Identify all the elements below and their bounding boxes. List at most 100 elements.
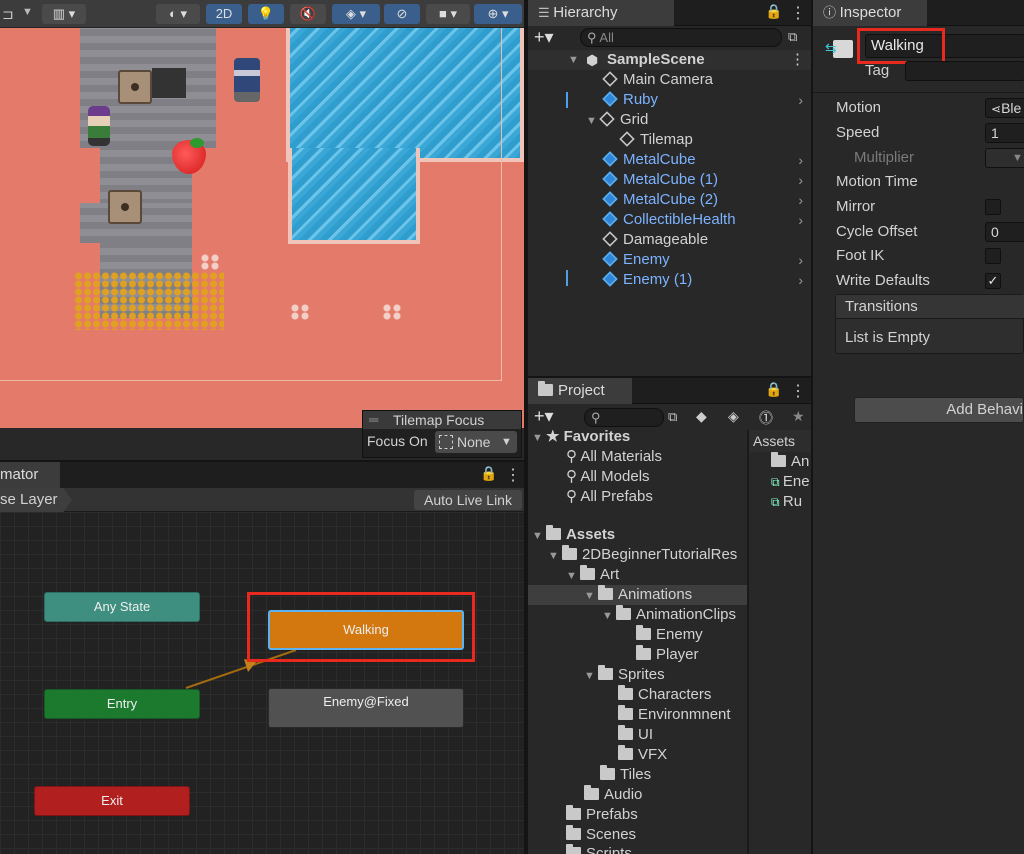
folder-item[interactable]: ▼ Sprites xyxy=(584,665,665,685)
more-menu-icon[interactable]: ⋮ xyxy=(505,465,521,485)
favorite-star-icon[interactable]: ★ xyxy=(792,408,805,425)
chevron-right-icon[interactable]: › xyxy=(798,250,803,270)
pop-out-icon[interactable]: ⧉ xyxy=(788,29,797,45)
assets-breadcrumb[interactable]: Assets xyxy=(749,430,811,452)
more-menu-icon[interactable]: ⋮ xyxy=(790,3,806,23)
folder-item[interactable]: ▼ 2DBeginnerTutorialRes xyxy=(548,545,737,565)
folder-item[interactable]: Scenes xyxy=(566,825,636,845)
camera-settings-button[interactable]: ■ ▾ xyxy=(426,4,470,24)
folder-item[interactable]: ▼ Art xyxy=(566,565,619,585)
layer-breadcrumb[interactable]: se Layer xyxy=(0,488,72,512)
favorite-item[interactable]: ⚲ All Materials xyxy=(566,447,662,467)
auto-live-link-button[interactable]: Auto Live Link xyxy=(414,490,522,510)
assets-header[interactable]: ▼ Assets xyxy=(532,525,615,545)
filter-by-type-icon[interactable]: ◆ xyxy=(696,408,707,425)
folder-item[interactable]: Prefabs xyxy=(566,805,638,825)
panel-splitter[interactable] xyxy=(524,0,528,854)
filter-by-label-icon[interactable]: ◈ xyxy=(728,408,739,425)
ruby-character-sprite[interactable] xyxy=(88,106,110,146)
speed-field[interactable]: 1 xyxy=(985,123,1024,143)
more-menu-icon[interactable]: ⋮ xyxy=(790,381,806,401)
multiplier-dropdown[interactable]: ▼ xyxy=(985,148,1024,168)
hierarchy-item-metalcube-2[interactable]: MetalCube (2) › xyxy=(602,190,811,210)
favorite-item[interactable]: ⚲ All Models xyxy=(566,467,650,487)
foot-ik-checkbox[interactable] xyxy=(985,248,1001,264)
hierarchy-item-metalcube[interactable]: MetalCube › xyxy=(602,150,811,170)
animator-graph[interactable]: Any State Walking Entry Enemy@Fixed Exit xyxy=(0,512,524,854)
hierarchy-item-collectiblehealth[interactable]: CollectibleHealth › xyxy=(602,210,811,230)
folder-item[interactable]: Tiles xyxy=(600,765,651,785)
effects-button[interactable]: ◈ ▾ xyxy=(332,4,380,24)
lighting-toggle-button[interactable]: 💡 xyxy=(248,4,284,24)
folder-item[interactable]: Enemy xyxy=(636,625,703,645)
gizmos-button[interactable]: ⊕ ▾ xyxy=(474,4,522,24)
scene-canvas[interactable] xyxy=(0,28,524,428)
enemy-fixed-state-node[interactable]: Enemy@Fixed xyxy=(268,688,464,728)
warning-icon[interactable]: ⓵ xyxy=(759,408,773,428)
tag-dropdown[interactable] xyxy=(905,61,1024,81)
enemy-robot-sprite[interactable] xyxy=(234,58,260,102)
scene-view[interactable]: ⊐ ▼ ▥ ▾ ◐ ▾ 2D 💡 🔇 ◈ ▾ ⊘ ■ ▾ ⊕ ▾ ⋮ ═ xyxy=(0,0,524,460)
folder-item[interactable]: Characters xyxy=(618,685,711,705)
chevron-right-icon[interactable]: › xyxy=(798,210,803,230)
focus-on-dropdown[interactable]: None ▼ xyxy=(435,431,517,453)
hierarchy-search-input[interactable]: ⚲ All xyxy=(580,28,782,47)
folder-item[interactable]: Scripts xyxy=(566,844,632,854)
any-state-node[interactable]: Any State xyxy=(44,592,200,622)
asset-item[interactable]: An xyxy=(771,452,809,472)
chevron-right-icon[interactable]: › xyxy=(798,170,803,190)
folder-item[interactable]: UI xyxy=(618,725,653,745)
metal-cube-sprite[interactable] xyxy=(118,70,152,104)
folder-item[interactable]: Audio xyxy=(584,785,642,805)
hierarchy-item-grid[interactable]: ▼ Grid xyxy=(586,110,648,130)
panel-splitter[interactable] xyxy=(528,376,811,378)
lock-icon[interactable]: 🔒 xyxy=(480,465,497,482)
panel-splitter[interactable] xyxy=(811,0,813,854)
chevron-down-icon[interactable]: ▼ xyxy=(22,6,33,18)
hierarchy-scene-row[interactable]: ▼ ⬢ SampleScene ⋮ xyxy=(528,50,811,70)
audio-toggle-button[interactable]: 🔇 xyxy=(290,4,326,24)
exit-node[interactable]: Exit xyxy=(34,786,190,816)
grid-snap-button[interactable]: ▥ ▾ xyxy=(42,4,86,24)
create-asset-button[interactable]: +▾ xyxy=(534,406,554,427)
cycle-offset-field[interactable]: 0 xyxy=(985,222,1024,242)
move-tool-icon[interactable]: ⊐ xyxy=(2,6,14,23)
hierarchy-item-ruby[interactable]: Ruby › xyxy=(602,90,811,110)
folder-item[interactable]: ▼ AnimationClips xyxy=(602,605,736,625)
hierarchy-item-metalcube-1[interactable]: MetalCube (1) › xyxy=(602,170,811,190)
chevron-right-icon[interactable]: › xyxy=(798,190,803,210)
chevron-right-icon[interactable]: › xyxy=(798,150,803,170)
favorite-item[interactable]: ⚲ All Prefabs xyxy=(566,487,653,507)
add-behaviour-button[interactable]: Add Behavi xyxy=(854,397,1024,423)
entry-node[interactable]: Entry xyxy=(44,689,200,719)
tab-project[interactable]: Project xyxy=(528,378,632,404)
shading-mode-button[interactable]: ◐ ▾ xyxy=(156,4,200,24)
lock-icon[interactable]: 🔒 xyxy=(765,381,782,398)
chevron-right-icon[interactable]: › xyxy=(798,270,803,290)
add-object-button[interactable]: +▾ xyxy=(534,27,554,48)
asset-item[interactable]: ⧉ Ene xyxy=(771,472,810,492)
more-menu-icon[interactable]: ⋮ xyxy=(790,50,805,70)
hierarchy-item-enemy[interactable]: Enemy › xyxy=(602,250,811,270)
pop-out-icon[interactable]: ⧉ xyxy=(668,409,677,425)
folder-item-selected[interactable]: ▼ Animations xyxy=(528,585,747,605)
asset-item[interactable]: ⧉ Ru xyxy=(771,492,802,512)
folder-item[interactable]: Player xyxy=(636,645,699,665)
project-search-input[interactable]: ⚲ xyxy=(584,408,664,427)
scene-visibility-button[interactable]: ⊘ xyxy=(384,4,420,24)
lock-icon[interactable]: 🔒 xyxy=(765,3,782,20)
motion-field[interactable]: ⋖Ble xyxy=(985,98,1024,118)
tab-hierarchy[interactable]: ☰ Hierarchy xyxy=(528,0,674,26)
hierarchy-item-damageable[interactable]: Damageable xyxy=(602,230,708,250)
folder-item[interactable]: VFX xyxy=(618,745,667,765)
hierarchy-item-tilemap[interactable]: Tilemap xyxy=(619,130,693,150)
tab-animator[interactable]: mator xyxy=(0,462,60,488)
mirror-checkbox[interactable] xyxy=(985,199,1001,215)
chevron-right-icon[interactable]: › xyxy=(798,90,803,110)
panel-splitter[interactable] xyxy=(0,460,524,462)
folder-item[interactable]: Environmnent xyxy=(618,705,731,725)
drag-handle-icon[interactable]: ═ xyxy=(369,411,378,429)
write-defaults-checkbox[interactable]: ✓ xyxy=(985,273,1001,289)
hierarchy-item-enemy-1[interactable]: Enemy (1) › xyxy=(602,270,811,290)
favorites-header[interactable]: ▼ ★ Favorites xyxy=(532,430,630,447)
